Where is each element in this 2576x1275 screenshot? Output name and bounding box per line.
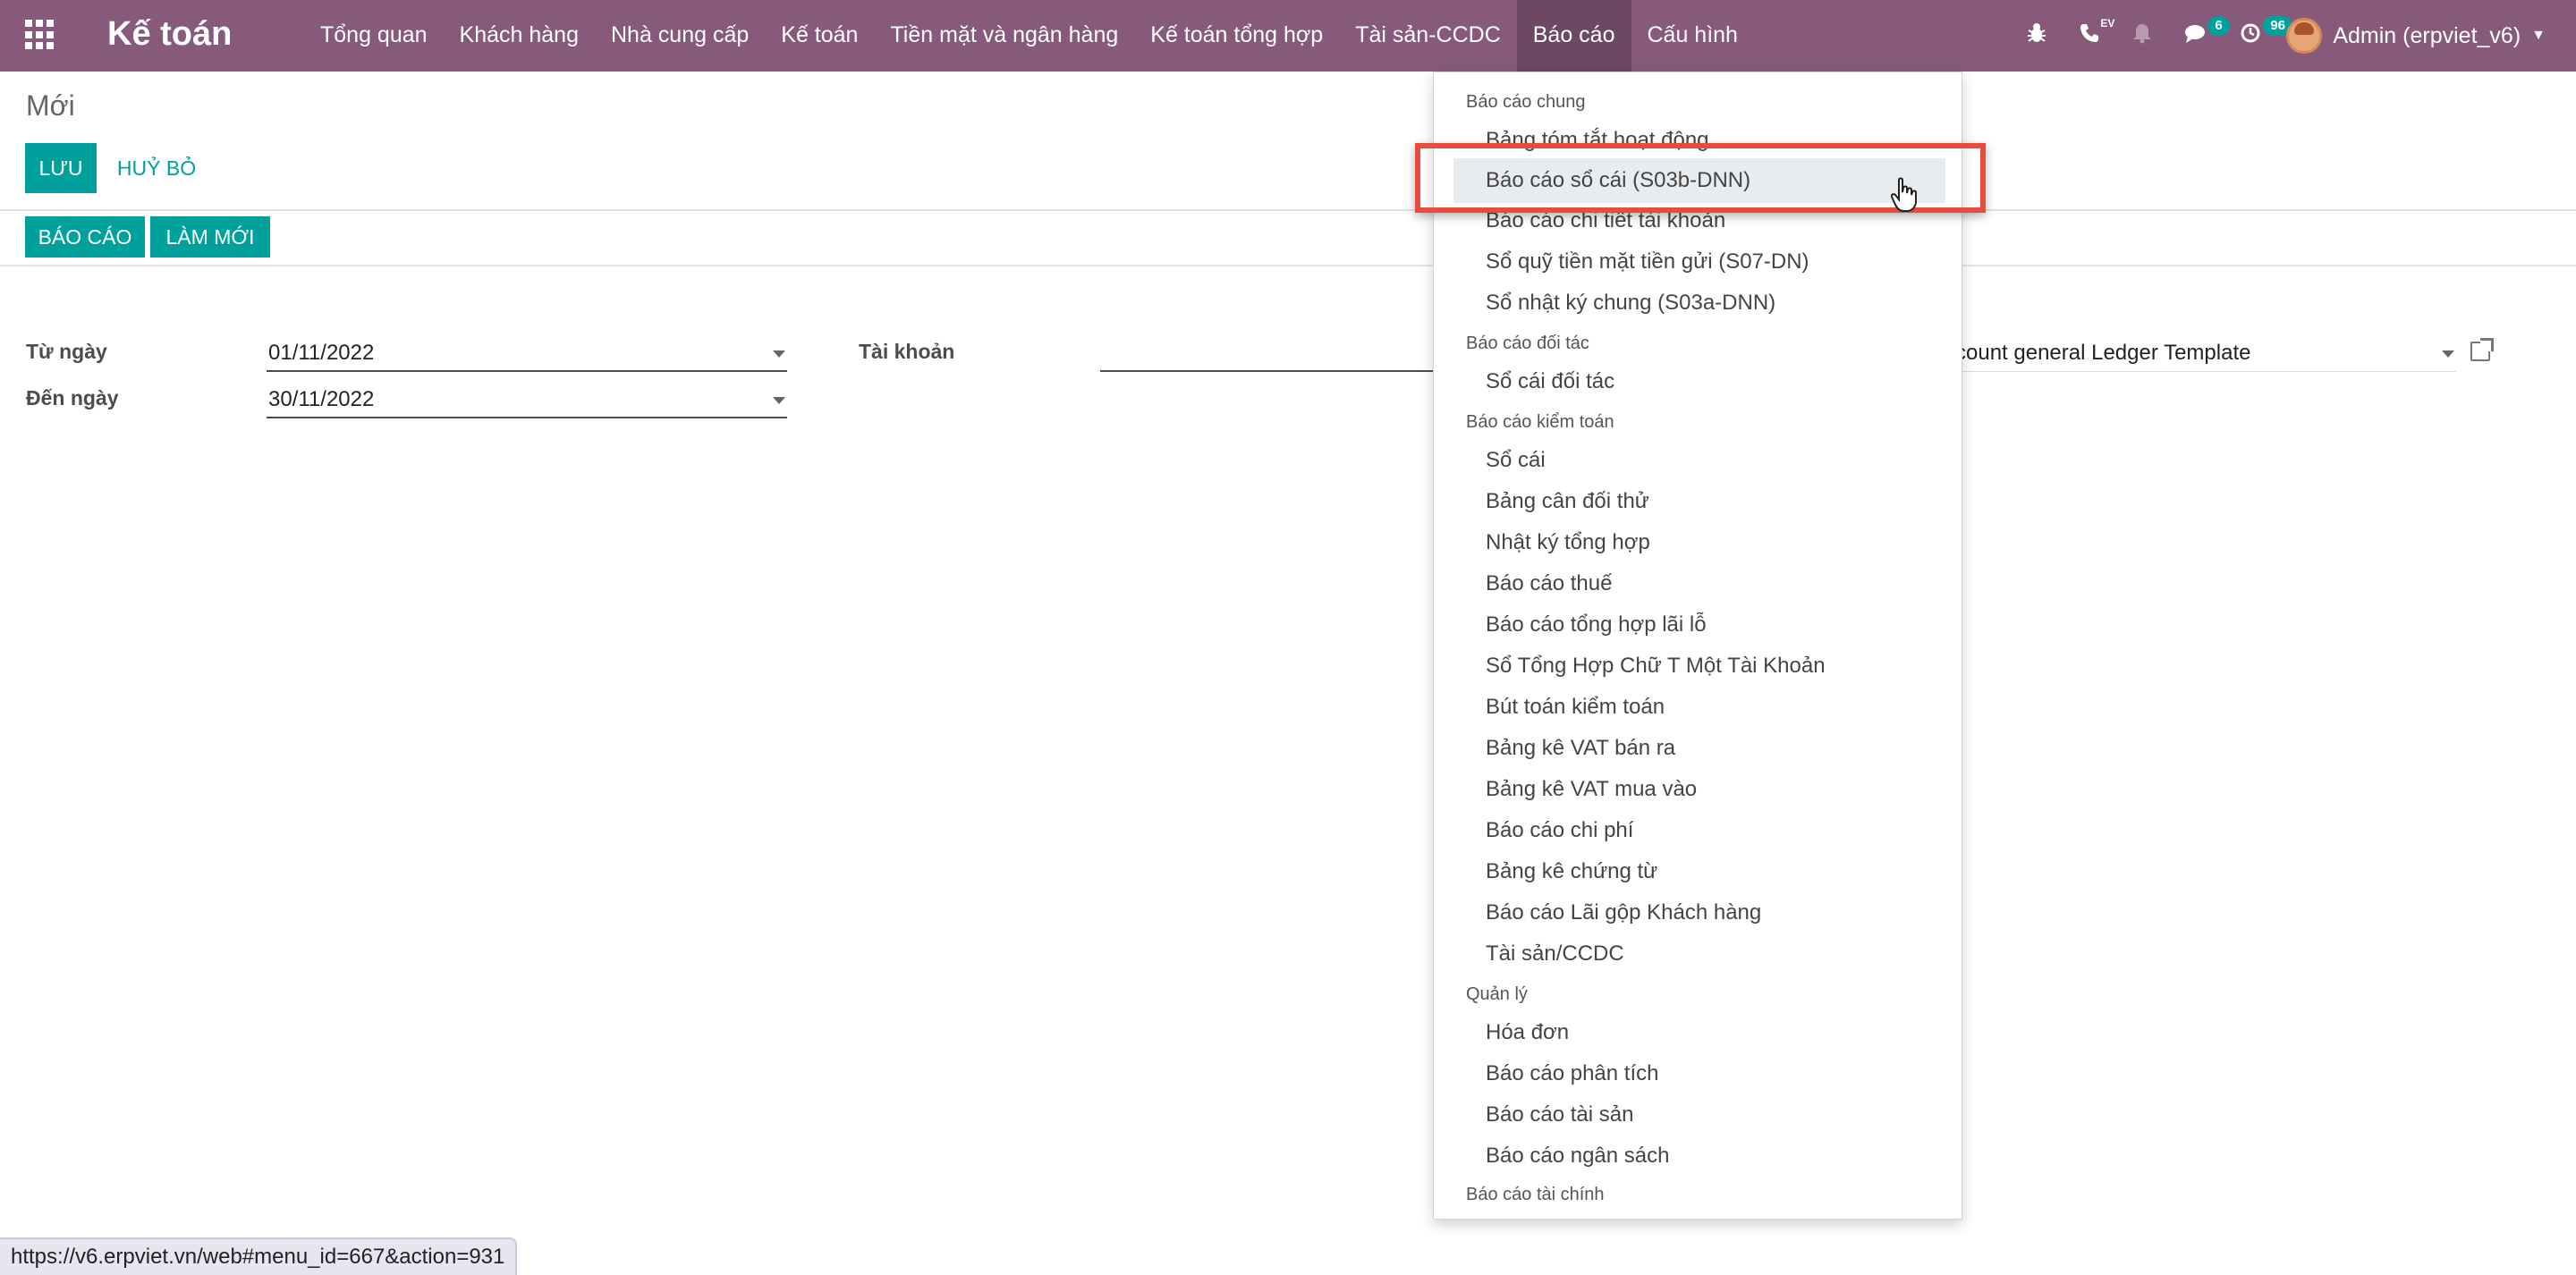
from-date-field[interactable]: 01/11/2022 bbox=[267, 336, 787, 372]
menu-tai-san-ccdc[interactable]: Tài sản-CCDC bbox=[1339, 0, 1517, 72]
menu-bao-cao[interactable]: Báo cáo bbox=[1516, 0, 1631, 72]
user-name: Admin (erpviet_v6) bbox=[2333, 22, 2521, 48]
dropdown-item[interactable]: Sổ cái bbox=[1486, 448, 1546, 473]
caret-down-icon[interactable] bbox=[773, 350, 785, 358]
dropdown-item[interactable]: Bút toán kiểm toán bbox=[1486, 695, 1665, 720]
account-field[interactable] bbox=[1100, 336, 1433, 372]
user-menu[interactable]: Admin (erpviet_v6) ▼ bbox=[2286, 18, 2546, 54]
dropdown-header: Quản lý bbox=[1466, 984, 1528, 1004]
menu-tien-mat-ngan-hang[interactable]: Tiền mặt và ngân hàng bbox=[874, 0, 1134, 72]
menu-nha-cung-cap[interactable]: Nhà cung cấp bbox=[595, 0, 765, 72]
dropdown-item[interactable]: Sổ quỹ tiền mặt tiền gửi (S07-DN) bbox=[1486, 249, 1809, 274]
dropdown-item[interactable]: Báo cáo tổng hợp lãi lỗ bbox=[1486, 612, 1707, 638]
dropdown-item[interactable]: Bảng cân đối thử bbox=[1486, 489, 1649, 514]
menu-ke-toan[interactable]: Kế toán bbox=[765, 0, 874, 72]
dropdown-item[interactable]: Bảng kê VAT mua vào bbox=[1486, 777, 1697, 802]
dropdown-item[interactable]: Báo cáo Lãi gộp Khách hàng bbox=[1486, 900, 1761, 925]
chat-icon[interactable]: 6 bbox=[2184, 0, 2230, 72]
status-url-bar: https://v6.erpviet.vn/web#menu_id=667&ac… bbox=[0, 1237, 518, 1275]
bug-icon[interactable] bbox=[2027, 0, 2046, 72]
dropdown-item[interactable]: Hóa đơn bbox=[1486, 1020, 1569, 1045]
discard-button[interactable]: HUỶ BỎ bbox=[109, 143, 204, 193]
refresh-button[interactable]: LÀM MỚI bbox=[150, 216, 270, 258]
menu-cau-hinh[interactable]: Cấu hình bbox=[1631, 0, 1754, 72]
caret-down-icon[interactable] bbox=[2442, 350, 2454, 358]
main-menu: Tổng quan Khách hàng Nhà cung cấp Kế toá… bbox=[304, 0, 1754, 72]
messages-count-badge: 6 bbox=[2207, 16, 2230, 36]
dropdown-item[interactable]: Nhật ký tổng hợp bbox=[1486, 530, 1650, 555]
template-field[interactable]: count general Ledger Template bbox=[1955, 336, 2456, 372]
top-navbar: Kế toán Tổng quan Khách hàng Nhà cung cấ… bbox=[0, 0, 2576, 72]
external-link-icon[interactable] bbox=[2470, 338, 2494, 361]
dropdown-item[interactable]: Bảng kê chứng từ bbox=[1486, 859, 1657, 884]
dropdown-item[interactable]: Bảng kê VAT bán ra bbox=[1486, 736, 1675, 761]
clock-icon[interactable]: 96 bbox=[2240, 0, 2293, 72]
phone-icon[interactable]: EV bbox=[2079, 0, 2114, 72]
systray: EV 6 96 Admin (erpviet_v6) ▼ bbox=[2011, 0, 2576, 72]
dropdown-item[interactable]: Sổ nhật ký chung (S03a-DNN) bbox=[1486, 291, 1775, 316]
dropdown-item[interactable]: Báo cáo thuế bbox=[1486, 571, 1612, 596]
hand-cursor-icon bbox=[1891, 177, 1917, 212]
account-label: Tài khoản bbox=[859, 340, 955, 363]
menu-khach-hang[interactable]: Khách hàng bbox=[444, 0, 595, 72]
phone-ev-label: EV bbox=[2100, 17, 2115, 30]
bell-icon[interactable] bbox=[2132, 0, 2152, 72]
dropdown-item[interactable]: Báo cáo tài sản bbox=[1486, 1102, 1633, 1127]
dropdown-item[interactable]: Bảng tóm tắt hoạt động bbox=[1486, 128, 1709, 153]
dropdown-item[interactable]: Báo cáo chi tiết tài khoản bbox=[1486, 208, 1725, 233]
control-panel: Mới LƯU HUỶ BỎ bbox=[0, 72, 2576, 211]
reports-dropdown: Báo cáo chung Bảng tóm tắt hoạt động Báo… bbox=[1433, 72, 1962, 1220]
divider bbox=[0, 265, 2576, 266]
save-button[interactable]: LƯU bbox=[25, 143, 97, 193]
dropdown-header: Báo cáo đối tác bbox=[1466, 334, 1589, 353]
menu-ke-toan-tong-hop[interactable]: Kế toán tổng hợp bbox=[1134, 0, 1339, 72]
dropdown-item[interactable]: Sổ cái đối tác bbox=[1486, 369, 1614, 394]
to-date-value: 30/11/2022 bbox=[268, 387, 375, 411]
breadcrumb: Mới bbox=[26, 89, 75, 122]
dropdown-item-highlighted[interactable]: Báo cáo sổ cái (S03b-DNN) bbox=[1453, 158, 1945, 203]
dropdown-header: Báo cáo tài chính bbox=[1466, 1185, 1605, 1204]
from-date-label: Từ ngày bbox=[26, 340, 107, 363]
dropdown-item[interactable]: Tài sản/CCDC bbox=[1486, 941, 1624, 967]
dropdown-header: Báo cáo chung bbox=[1466, 92, 1586, 112]
report-button[interactable]: BÁO CÁO bbox=[25, 216, 145, 258]
chevron-down-icon: ▼ bbox=[2531, 28, 2546, 43]
to-date-field[interactable]: 30/11/2022 bbox=[267, 383, 787, 418]
dropdown-item[interactable]: Báo cáo phân tích bbox=[1486, 1061, 1658, 1086]
to-date-label: Đến ngày bbox=[26, 386, 119, 410]
grid-icon[interactable] bbox=[25, 20, 55, 50]
from-date-value: 01/11/2022 bbox=[268, 341, 375, 365]
dropdown-item[interactable]: Sổ Tổng Hợp Chữ T Một Tài Khoản bbox=[1486, 654, 1826, 679]
caret-down-icon[interactable] bbox=[773, 397, 785, 404]
app-brand[interactable]: Kế toán bbox=[107, 11, 232, 57]
dropdown-header: Báo cáo kiểm toán bbox=[1466, 412, 1614, 432]
template-value: count general Ledger Template bbox=[1955, 341, 2251, 365]
dropdown-item[interactable]: Báo cáo ngân sách bbox=[1486, 1144, 1670, 1169]
menu-tong-quan[interactable]: Tổng quan bbox=[304, 0, 444, 72]
avatar bbox=[2286, 18, 2323, 54]
dropdown-item[interactable]: Báo cáo chi phí bbox=[1486, 818, 1633, 843]
